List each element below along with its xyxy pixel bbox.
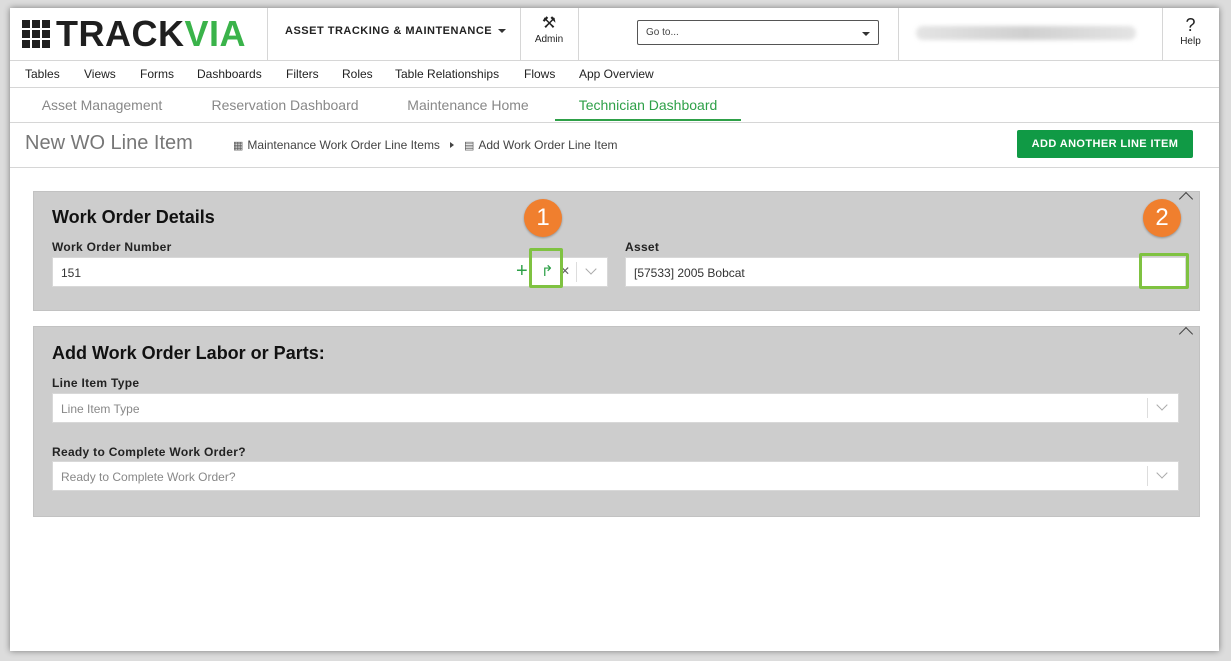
logo-grid-icon — [22, 20, 50, 48]
app-window: TRACKVIA ASSET TRACKING & MAINTENANCE ⚒ … — [10, 8, 1219, 651]
section-title: Add Work Order Labor or Parts: — [52, 343, 325, 363]
help-button[interactable]: ? Help — [1162, 14, 1219, 47]
collapse-icon[interactable] — [1178, 191, 1194, 207]
breadcrumb-table-link[interactable]: Maintenance Work Order Line Items — [247, 138, 440, 152]
menu-flows[interactable]: Flows — [524, 67, 555, 81]
asset-value: [57533] 2005 Bobcat — [634, 266, 745, 280]
ready-to-complete-label: Ready to Complete Work Order? — [52, 445, 246, 459]
section-title: Work Order Details — [52, 207, 215, 227]
work-order-details-section: Work Order Details Work Order Number 151… — [33, 191, 1200, 311]
table-icon: ▦ — [233, 139, 244, 152]
chevron-down-icon — [1156, 467, 1168, 479]
menu-forms[interactable]: Forms — [140, 67, 174, 81]
tab-technician-dashboard[interactable]: Technician Dashboard — [555, 88, 741, 121]
line-item-type-label: Line Item Type — [52, 376, 140, 390]
add-icon[interactable]: + — [516, 260, 528, 282]
work-order-number-label: Work Order Number — [52, 240, 172, 254]
highlight-go-to-record — [529, 248, 563, 288]
tab-reservation-dashboard[interactable]: Reservation Dashboard — [192, 88, 378, 121]
admin-menu: Tables Views Forms Dashboards Filters Ro… — [10, 61, 1219, 88]
callout-badge-2: 2 — [1143, 199, 1181, 237]
page-title: New WO Line Item — [25, 132, 193, 154]
menu-app-overview[interactable]: App Overview — [579, 67, 654, 81]
breadcrumb-arrow-icon — [449, 142, 454, 148]
page-header: New WO Line Item ▦ Maintenance Work Orde… — [10, 123, 1219, 168]
admin-button[interactable]: ⚒ Admin — [520, 14, 578, 45]
menu-table-relationships[interactable]: Table Relationships — [395, 67, 499, 81]
add-another-line-item-button[interactable]: ADD ANOTHER LINE ITEM — [1017, 130, 1193, 158]
caret-down-icon — [862, 32, 870, 36]
tab-asset-management[interactable]: Asset Management — [22, 88, 182, 121]
menu-roles[interactable]: Roles — [342, 67, 373, 81]
asset-field: [57533] 2005 Bobcat — [625, 257, 1186, 287]
line-item-type-select[interactable]: Line Item Type — [52, 393, 1179, 423]
collapse-icon[interactable] — [1178, 326, 1194, 342]
asset-label: Asset — [625, 240, 660, 254]
trackvia-logo[interactable]: TRACKVIA — [22, 16, 246, 52]
callout-badge-1: 1 — [524, 199, 562, 237]
help-icon: ? — [1185, 15, 1196, 35]
menu-views[interactable]: Views — [84, 67, 116, 81]
tools-icon: ⚒ — [541, 15, 557, 32]
work-order-number-value: 151 — [61, 266, 82, 280]
highlight-lock — [1139, 253, 1189, 289]
work-order-number-field[interactable]: 151 + ↱ ✕ — [52, 257, 608, 287]
dropdown-toggle[interactable] — [1147, 466, 1178, 486]
dropdown-toggle[interactable] — [1147, 398, 1178, 418]
breadcrumb-form: Add Work Order Line Item — [478, 138, 618, 152]
goto-select[interactable]: Go to... — [637, 20, 879, 45]
top-header: TRACKVIA ASSET TRACKING & MAINTENANCE ⚒ … — [10, 8, 1219, 61]
menu-filters[interactable]: Filters — [286, 67, 319, 81]
ready-to-complete-select[interactable]: Ready to Complete Work Order? — [52, 461, 1179, 491]
menu-dashboards[interactable]: Dashboards — [197, 67, 262, 81]
menu-tables[interactable]: Tables — [25, 67, 60, 81]
caret-down-icon — [498, 29, 507, 33]
dashboard-tabs: Asset Management Reservation Dashboard M… — [10, 88, 1219, 123]
user-account-blurred[interactable] — [916, 26, 1136, 40]
tab-maintenance-home[interactable]: Maintenance Home — [388, 88, 548, 121]
dropdown-toggle[interactable] — [576, 262, 607, 282]
app-selector[interactable]: ASSET TRACKING & MAINTENANCE — [285, 25, 507, 37]
chevron-down-icon — [1156, 399, 1168, 411]
chevron-down-icon — [585, 263, 597, 275]
form-icon: ▤ — [463, 139, 475, 152]
labor-parts-section: Add Work Order Labor or Parts: Line Item… — [33, 326, 1200, 517]
breadcrumb: ▦ Maintenance Work Order Line Items ▤ Ad… — [233, 138, 618, 152]
